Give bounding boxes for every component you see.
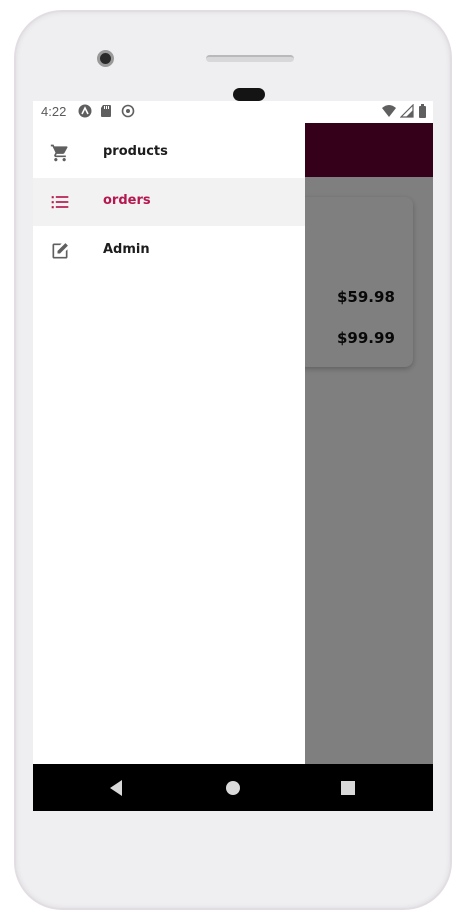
drawer-item-products[interactable]: products <box>33 129 305 177</box>
sd-card-icon <box>101 105 111 117</box>
earpiece-speaker <box>206 55 294 62</box>
battery-icon <box>419 104 426 118</box>
drawer-item-admin[interactable]: Admin <box>33 227 305 275</box>
system-nav-bar <box>33 764 433 811</box>
front-camera <box>97 50 114 67</box>
drawer-item-orders[interactable]: orders <box>33 178 305 226</box>
list-icon <box>51 196 69 209</box>
status-right-icons <box>382 104 427 118</box>
drawer-item-label: Admin <box>103 242 150 257</box>
android-icon <box>78 104 92 118</box>
edit-icon <box>52 243 68 259</box>
signal-icon <box>400 104 414 118</box>
drawer-item-label: products <box>103 144 168 159</box>
proximity-sensor <box>233 88 265 101</box>
device-screen: 4:22 products orders Admin <box>33 101 433 811</box>
drawer-item-label: orders <box>103 193 151 208</box>
navigation-drawer: products orders Admin <box>33 123 305 764</box>
wifi-icon <box>382 105 396 117</box>
status-time: 4:22 <box>41 104 67 119</box>
cart-icon <box>50 144 68 162</box>
recents-icon[interactable] <box>338 778 358 798</box>
sync-icon <box>121 104 135 118</box>
status-bar: 4:22 <box>33 101 433 123</box>
home-icon[interactable] <box>223 778 243 798</box>
back-icon[interactable] <box>106 778 126 798</box>
